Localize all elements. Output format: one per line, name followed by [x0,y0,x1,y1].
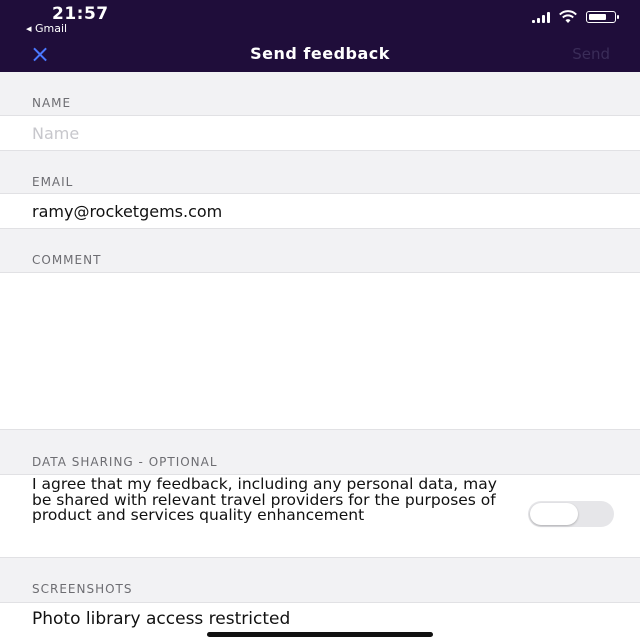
toggle-knob [530,503,578,525]
nav-bar: × Send feedback Send [0,38,640,72]
cellular-signal-icon [532,11,550,23]
status-time: 21:57 [52,4,109,24]
photo-library-status: Photo library access restricted [32,609,291,629]
email-input[interactable] [32,194,620,228]
data-sharing-toggle[interactable] [528,501,614,527]
battery-level [589,14,606,20]
data-sharing-consent-text: I agree that my feedback, including any … [32,475,497,524]
page-title: Send feedback [250,44,390,63]
wifi-icon [559,10,577,23]
status-icons [532,10,619,24]
home-indicator [207,632,433,637]
comment-section-label: COMMENT [32,253,102,267]
back-to-gmail-link[interactable]: ◂ Gmail [26,22,67,35]
comment-row [0,272,640,430]
battery-icon [586,11,619,23]
name-section-label: NAME [32,96,72,110]
screenshots-section-label: SCREENSHOTS [32,582,133,596]
name-input[interactable] [32,116,620,150]
status-bar: 21:57 ◂ Gmail [0,0,640,38]
name-row [0,115,640,151]
data-sharing-row: I agree that my feedback, including any … [0,474,640,558]
email-section-label: EMAIL [32,175,74,189]
data-sharing-section-label: DATA SHARING - OPTIONAL [32,455,218,469]
comment-textarea[interactable] [32,283,620,429]
send-button[interactable]: Send [572,45,610,63]
email-row [0,193,640,229]
